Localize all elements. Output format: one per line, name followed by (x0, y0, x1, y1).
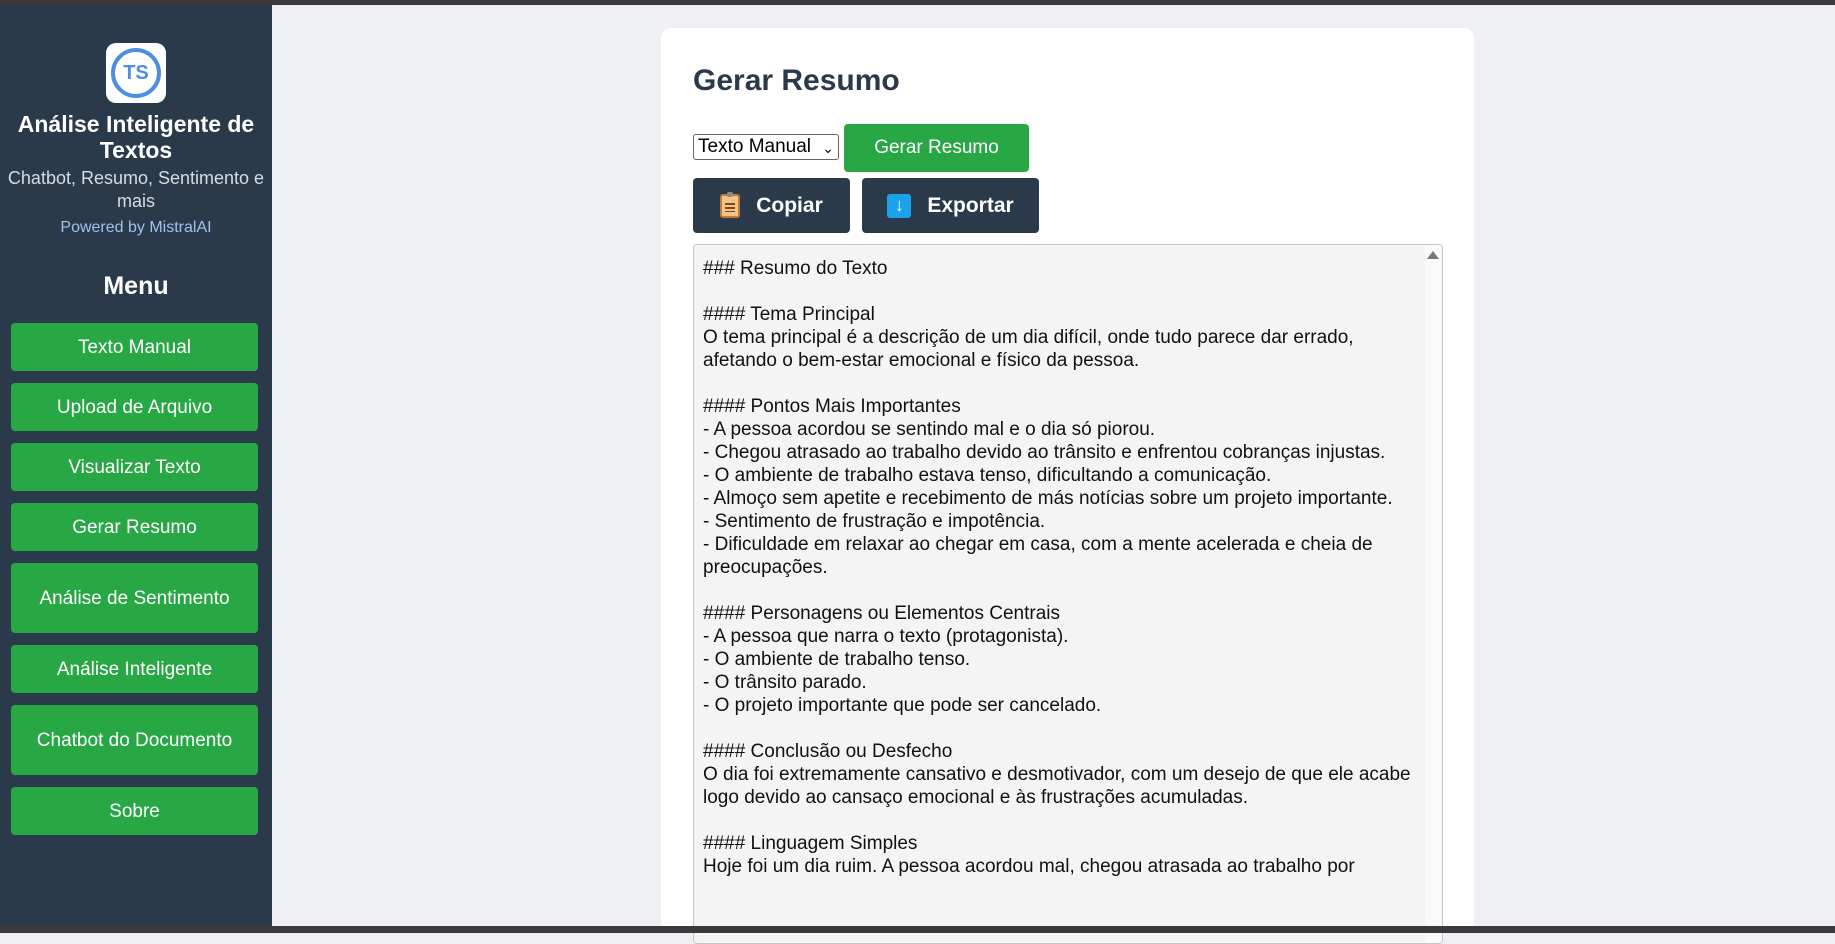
app-subtitle: Chatbot, Resumo, Sentimento e mais (7, 168, 265, 211)
summary-output[interactable]: ### Resumo do Texto #### Tema Principal … (693, 244, 1443, 944)
summary-card: Gerar Resumo Texto Manual ⌄ Gerar Resumo… (661, 28, 1474, 944)
source-select-value: Texto Manual (698, 136, 812, 157)
summary-scrollbar[interactable] (1425, 245, 1442, 943)
app-title: Análise Inteligente de Textos (17, 111, 255, 163)
window-bottom-border (0, 926, 1835, 933)
copy-label: Copiar (756, 193, 823, 217)
sidebar-item-visualizar-texto[interactable]: Visualizar Texto (11, 443, 258, 491)
app-logo: TS (106, 43, 166, 103)
chevron-down-icon: ⌄ (822, 140, 834, 156)
powered-by: Powered by MistralAI (60, 219, 212, 236)
window-top-border (0, 0, 1835, 5)
sidebar-item-sobre[interactable]: Sobre (11, 787, 258, 835)
sidebar-item-analise-inteligente[interactable]: Análise Inteligente (11, 645, 258, 693)
copy-button[interactable]: Copiar (693, 178, 850, 233)
sidebar-item-chatbot-do-documento[interactable]: Chatbot do Documento (11, 705, 258, 775)
menu-title: Menu (103, 272, 169, 300)
download-icon: ↓ (887, 193, 912, 218)
sidebar: TS Análise Inteligente de Textos Chatbot… (0, 5, 272, 926)
page-title: Gerar Resumo (693, 64, 900, 97)
export-button[interactable]: ↓ Exportar (862, 178, 1039, 233)
sidebar-item-upload-de-arquivo[interactable]: Upload de Arquivo (11, 383, 258, 431)
sidebar-item-analise-de-sentimento[interactable]: Análise de Sentimento (11, 563, 258, 633)
scroll-up-arrow-icon[interactable] (1427, 251, 1439, 259)
logo-badge: TS (111, 48, 161, 98)
summary-text: ### Resumo do Texto #### Tema Principal … (703, 258, 1411, 877)
sidebar-item-gerar-resumo[interactable]: Gerar Resumo (11, 503, 258, 551)
source-select[interactable]: Texto Manual ⌄ (693, 134, 839, 160)
sidebar-item-texto-manual[interactable]: Texto Manual (11, 323, 258, 371)
generate-summary-button[interactable]: Gerar Resumo (844, 124, 1029, 172)
export-label: Exportar (927, 193, 1014, 217)
clipboard-icon (720, 191, 741, 218)
